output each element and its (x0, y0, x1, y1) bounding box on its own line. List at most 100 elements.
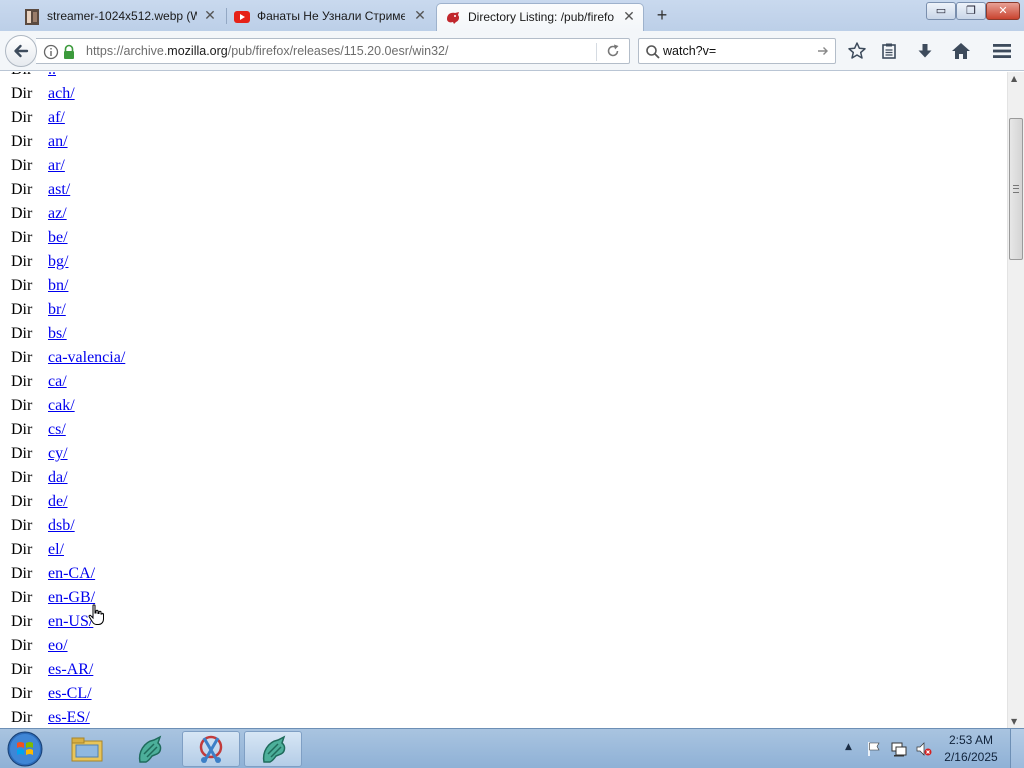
entry-link[interactable]: es-AR/ (48, 658, 93, 682)
scroll-up-arrow-icon[interactable]: ▲ (1011, 74, 1017, 83)
entry-type: Dir (11, 445, 33, 462)
entry-type: Dir (11, 181, 33, 198)
hamburger-menu-icon (993, 44, 1011, 58)
entry-link[interactable]: da/ (48, 466, 68, 490)
youtube-icon (234, 11, 250, 23)
entry-type: Dir (11, 157, 33, 174)
entry-link[interactable]: ast/ (48, 178, 70, 202)
clock-time[interactable]: 2:53 AM (940, 733, 1002, 747)
entry-link[interactable]: eo/ (48, 634, 68, 658)
entry-type: Dir (11, 541, 33, 558)
url-text[interactable]: https://archive.mozilla.org/pub/firefox/… (86, 44, 448, 58)
entry-link[interactable]: bs/ (48, 322, 67, 346)
entry-link[interactable]: bg/ (48, 250, 68, 274)
entry-type: Dir (11, 709, 33, 726)
entry-type: Dir (11, 85, 33, 102)
tab-title: Фанаты Не Узнали Стриме (257, 9, 405, 23)
vertical-scrollbar[interactable]: ▲ ▼ (1007, 72, 1024, 728)
entry-link[interactable]: ach/ (48, 82, 75, 106)
entry-link[interactable]: cak/ (48, 394, 75, 418)
search-bar[interactable] (638, 38, 836, 64)
entry-link[interactable]: de/ (48, 490, 68, 514)
search-input[interactable] (663, 42, 813, 60)
taskbar-app-3[interactable] (244, 731, 302, 767)
tab-strip: streamer-1024x512.webp (W ✕ Фанаты Не Уз… (0, 0, 1024, 31)
entry-link[interactable]: cs/ (48, 418, 66, 442)
entry-link[interactable]: ar/ (48, 154, 65, 178)
show-desktop-button[interactable] (1010, 729, 1024, 768)
bookmark-star-button[interactable] (846, 40, 868, 62)
close-tab-icon[interactable]: ✕ (412, 7, 428, 23)
restore-icon: ❐ (966, 4, 976, 17)
back-button[interactable] (5, 35, 37, 67)
lock-icon[interactable] (62, 44, 76, 60)
new-tab-button[interactable]: + (652, 5, 672, 25)
taskbar: ▲ 2:53 AM 2/16/2025 (0, 728, 1024, 768)
show-hidden-icons-button[interactable]: ▲ (845, 742, 852, 752)
entry-type: Dir (11, 685, 33, 702)
entry-link[interactable]: be/ (48, 226, 68, 250)
network-icon[interactable] (891, 741, 907, 757)
home-icon (952, 43, 970, 59)
entry-type: Dir (11, 493, 33, 510)
entry-link[interactable]: ca-valencia/ (48, 346, 125, 370)
entry-type: Dir (11, 469, 33, 486)
navigation-toolbar: https://archive.mozilla.org/pub/firefox/… (0, 31, 1024, 71)
url-domain: mozilla.org (167, 44, 228, 58)
tab-title: streamer-1024x512.webp (W (47, 9, 197, 23)
entry-link[interactable]: es-CL/ (48, 682, 92, 706)
menu-button[interactable] (991, 40, 1013, 62)
minimize-button[interactable]: ▭ (926, 2, 956, 20)
restore-button[interactable]: ❐ (956, 2, 986, 20)
entry-link[interactable]: bn/ (48, 274, 68, 298)
entry-link[interactable]: cy/ (48, 442, 68, 466)
close-tab-icon[interactable]: ✕ (621, 8, 637, 24)
clock-date[interactable]: 2/16/2025 (940, 750, 1002, 764)
entry-link[interactable]: an/ (48, 130, 68, 154)
tab-directory-listing[interactable]: Directory Listing: /pub/firefo ✕ (436, 3, 644, 31)
entry-type: Dir (11, 277, 33, 294)
entry-type: Dir (11, 373, 33, 390)
taskbar-file-explorer[interactable] (58, 731, 116, 767)
reading-list-button[interactable] (878, 40, 900, 62)
scroll-thumb[interactable] (1009, 118, 1023, 260)
entry-link[interactable]: af/ (48, 106, 65, 130)
minimize-icon: ▭ (935, 4, 947, 17)
downloads-button[interactable] (914, 40, 936, 62)
entry-link[interactable]: en-US/ (48, 610, 93, 634)
entry-link[interactable]: dsb/ (48, 514, 75, 538)
info-icon[interactable] (43, 44, 59, 60)
entry-link[interactable]: es-ES/ (48, 706, 90, 728)
action-center-flag-icon[interactable] (866, 741, 882, 757)
entry-type: Dir (11, 637, 33, 654)
volume-muted-icon[interactable] (916, 741, 932, 757)
app-scissors-icon (199, 735, 223, 763)
entry-type: Dir (11, 253, 33, 270)
entry-type: Dir (11, 613, 33, 630)
entry-link[interactable]: br/ (48, 298, 66, 322)
windows-start-orb-icon[interactable] (5, 730, 45, 768)
url-bar[interactable]: https://archive.mozilla.org/pub/firefox/… (36, 38, 630, 64)
tab-youtube[interactable]: Фанаты Не Узнали Стриме ✕ (226, 3, 436, 31)
entry-link[interactable]: az/ (48, 202, 67, 226)
entry-link[interactable]: .. (48, 72, 56, 82)
entry-link[interactable]: el/ (48, 538, 64, 562)
entry-link[interactable]: en-CA/ (48, 562, 95, 586)
tab-image[interactable]: streamer-1024x512.webp (W ✕ (16, 3, 226, 31)
entry-type: Dir (11, 72, 32, 82)
search-go-arrow-icon[interactable] (816, 44, 830, 58)
entry-link[interactable]: ca/ (48, 370, 67, 394)
home-button[interactable] (950, 40, 972, 62)
url-path: /pub/firefox/releases/115.20.0esr/win32/ (227, 44, 449, 58)
entry-type: Dir (11, 229, 33, 246)
close-tab-icon[interactable]: ✕ (202, 7, 218, 23)
app-dragon-green-icon (262, 735, 286, 763)
reload-icon[interactable] (605, 43, 621, 59)
taskbar-app-2[interactable] (182, 731, 240, 767)
entry-type: Dir (11, 421, 33, 438)
scroll-down-arrow-icon[interactable]: ▼ (1011, 717, 1017, 726)
close-window-button[interactable]: ✕ (986, 2, 1020, 20)
taskbar-app-1[interactable] (120, 731, 178, 767)
download-arrow-icon (918, 44, 932, 58)
page-content: Dir.. Dirach/ Diraf/ Diran/ Dirar/ Diras… (0, 72, 1007, 728)
